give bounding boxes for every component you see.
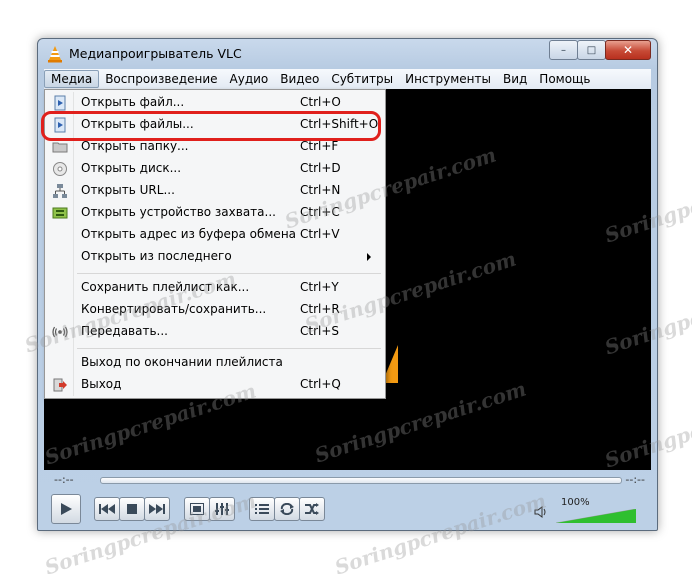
shuffle-icon (305, 503, 319, 515)
loop-button[interactable] (274, 497, 300, 521)
folder-icon (52, 142, 68, 153)
stream-icon (52, 326, 68, 338)
window-title: Медиапроигрыватель VLC (69, 46, 242, 61)
equalizer-icon (215, 503, 229, 515)
title-bar[interactable]: Медиапроигрыватель VLC – □ ✕ (38, 39, 657, 69)
previous-icon (99, 504, 115, 514)
vlc-cone-icon (48, 46, 62, 63)
minimize-icon: – (561, 44, 566, 56)
menu-playback[interactable]: Воспроизведение (99, 70, 223, 88)
next-icon (149, 504, 165, 514)
control-bar: 100% (44, 489, 651, 529)
menu-video[interactable]: Видео (274, 70, 325, 88)
playlist-icon (255, 504, 269, 514)
submenu-arrow-icon (367, 253, 371, 261)
menu-item-quit[interactable]: Выход Ctrl+Q (47, 374, 383, 396)
menu-separator (77, 348, 381, 349)
volume-slider[interactable] (556, 509, 636, 523)
maximize-icon: □ (586, 44, 597, 56)
menu-item-save-playlist[interactable]: Сохранить плейлист как... Ctrl+Y (47, 277, 383, 299)
shuffle-button[interactable] (299, 497, 325, 521)
menu-item-open-clipboard[interactable]: Открыть адрес из буфера обмена Ctrl+V (47, 224, 383, 246)
fullscreen-button[interactable] (184, 497, 210, 521)
seek-row: --:-- --:-- (44, 471, 651, 489)
play-button[interactable] (51, 494, 81, 524)
loop-icon (280, 503, 294, 515)
menu-item-open-capture-device[interactable]: Открыть устройство захвата... Ctrl+C (47, 202, 383, 224)
elapsed-time: --:-- (54, 473, 74, 486)
seek-slider[interactable] (100, 477, 622, 484)
volume-percent: 100% (561, 497, 590, 508)
stop-button[interactable] (119, 497, 145, 521)
menu-tools[interactable]: Инструменты (399, 70, 497, 88)
menu-item-open-files[interactable]: Открыть файлы... Ctrl+Shift+O (47, 114, 383, 136)
stop-icon (127, 504, 137, 514)
close-button[interactable]: ✕ (605, 40, 651, 60)
minimize-button[interactable]: – (549, 40, 578, 60)
total-time: --:-- (625, 473, 645, 486)
menu-help[interactable]: Помощь (533, 70, 596, 88)
menu-item-open-folder[interactable]: Открыть папку... Ctrl+F (47, 136, 383, 158)
disc-icon (53, 162, 67, 176)
menu-item-stream[interactable]: Передавать... Ctrl+S (47, 321, 383, 343)
fullscreen-icon (190, 503, 204, 515)
media-menu-dropdown: Открыть файл... Ctrl+O Открыть файлы... … (44, 89, 386, 399)
close-icon: ✕ (622, 43, 634, 57)
menu-item-open-recent[interactable]: Открыть из последнего (47, 246, 383, 268)
speaker-icon[interactable] (534, 505, 548, 519)
playlist-button[interactable] (249, 497, 275, 521)
exit-icon (53, 378, 67, 392)
menu-item-convert-save[interactable]: Конвертировать/сохранить... Ctrl+R (47, 299, 383, 321)
menu-view[interactable]: Вид (497, 70, 533, 88)
capture-device-icon (52, 207, 68, 219)
menu-media[interactable]: Медиа (44, 70, 100, 88)
menu-item-open-url[interactable]: Открыть URL... Ctrl+N (47, 180, 383, 202)
menu-item-quit-at-end[interactable]: Выход по окончании плейлиста (47, 352, 383, 374)
menu-item-open-file[interactable]: Открыть файл... Ctrl+O (47, 92, 383, 114)
maximize-button[interactable]: □ (577, 40, 606, 60)
menu-item-open-disc[interactable]: Открыть диск... Ctrl+D (47, 158, 383, 180)
play-file-icon (54, 95, 66, 111)
next-button[interactable] (144, 497, 170, 521)
menu-separator (77, 273, 381, 274)
play-icon (61, 503, 72, 515)
menu-audio[interactable]: Аудио (224, 70, 275, 88)
window-controls: – □ ✕ (549, 40, 651, 60)
menu-bar: Медиа Воспроизведение Аудио Видео Субтит… (44, 69, 651, 89)
menu-subtitles[interactable]: Субтитры (325, 70, 399, 88)
play-files-icon (54, 117, 66, 133)
previous-button[interactable] (94, 497, 120, 521)
extended-settings-button[interactable] (209, 497, 235, 521)
volume-level (556, 509, 636, 523)
network-icon (53, 184, 67, 198)
